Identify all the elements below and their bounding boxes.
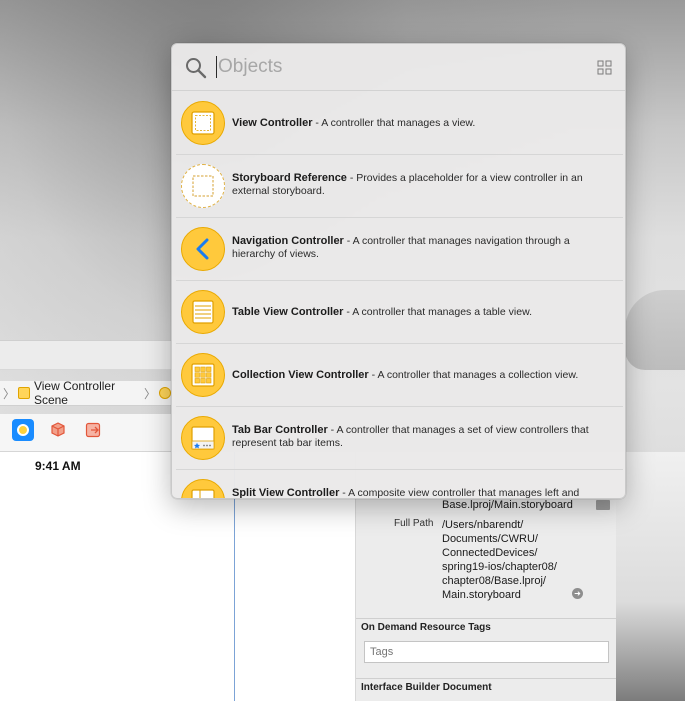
full-path-label: Full Path (394, 518, 434, 529)
magnifying-glass-icon (186, 58, 207, 79)
library-item-text: Storyboard Reference - Provides a placeh… (232, 172, 612, 198)
library-item-table-view-controller[interactable]: Table View Controller - A controller tha… (172, 281, 625, 344)
text-cursor (216, 56, 217, 78)
view-controller-dock-icon[interactable] (12, 419, 34, 441)
library-search-input[interactable] (218, 52, 578, 82)
interface-builder-document-title: Interface Builder Document (361, 682, 492, 693)
library-item-collection-view-controller[interactable]: Collection View Controller - A controlle… (172, 344, 625, 407)
library-item-name: Tab Bar Controller (232, 424, 328, 436)
library-item-separator: - (327, 424, 337, 436)
folder-icon[interactable] (596, 500, 610, 510)
scene-icon (18, 387, 30, 399)
tab-bar-controller-icon (181, 416, 225, 460)
library-item-navigation-controller[interactable]: Navigation Controller - A controller tha… (172, 218, 625, 281)
navigation-controller-icon (181, 227, 225, 271)
full-path-line: Main.storyboard (442, 589, 521, 601)
wallpaper-strip (616, 452, 685, 701)
full-path-line: spring19-ios/chapter08/ (442, 561, 557, 573)
library-item-split-view-controller[interactable]: Split View Controller - A composite view… (172, 470, 625, 499)
library-item-text: Table View Controller - A controller tha… (232, 306, 612, 319)
jump-bar[interactable]: 〉 View Controller Scene 〉 (0, 379, 175, 407)
status-bar-time: 9:41 AM (35, 459, 81, 473)
section-divider (356, 618, 616, 619)
xcode-toolbar (0, 340, 175, 370)
chevron-right-icon: 〉 (3, 386, 16, 401)
library-object-list[interactable]: View Controller - A controller that mana… (172, 92, 625, 499)
scene-dock (0, 414, 175, 452)
library-item-description: A controller that manages a collection v… (377, 369, 579, 381)
table-view-controller-icon (181, 290, 225, 334)
library-item-separator: - (343, 235, 353, 247)
library-item-name: View Controller (232, 117, 313, 129)
library-item-separator: - (312, 117, 322, 129)
exit-icon[interactable] (85, 422, 101, 438)
library-item-tab-bar-controller[interactable]: Tab Bar Controller - A controller that m… (172, 407, 625, 470)
full-path-line: ConnectedDevices/ (442, 547, 538, 559)
on-demand-resource-tags-title: On Demand Resource Tags (361, 622, 491, 633)
section-divider (356, 678, 616, 679)
library-item-text: Navigation Controller - A controller tha… (232, 235, 612, 261)
library-item-description: A composite view controller that manages… (348, 487, 580, 499)
library-item-name: Table View Controller (232, 306, 344, 318)
library-item-separator: - (339, 487, 349, 499)
storyboard-reference-icon (181, 164, 225, 208)
jumpbar-scene-label[interactable]: View Controller Scene (34, 379, 141, 407)
reveal-in-finder-icon[interactable]: ➜ (572, 588, 583, 599)
split-view-controller-icon (181, 479, 225, 498)
full-path-line: /Users/nbarendt/ (442, 519, 524, 531)
full-path-value: /Users/nbarendt/ Documents/CWRU/ Connect… (442, 518, 557, 602)
tags-input[interactable] (364, 641, 609, 663)
library-search-bar (172, 44, 625, 91)
grid-view-icon[interactable] (597, 60, 612, 75)
library-item-text: View Controller - A controller that mana… (232, 117, 612, 130)
library-item-text: Collection View Controller - A controlle… (232, 369, 612, 382)
library-item-separator: - (343, 306, 353, 318)
full-path-line: chapter08/Base.lproj/ (442, 575, 546, 587)
library-item-storyboard-reference[interactable]: Storyboard Reference - Provides a placeh… (172, 155, 625, 218)
view-controller-icon (181, 101, 225, 145)
library-item-name: Collection View Controller (232, 369, 369, 381)
full-path-line: Documents/CWRU/ (442, 533, 538, 545)
library-item-separator: - (346, 172, 357, 184)
location-value: Base.lproj/Main.storyboard (442, 499, 573, 511)
library-item-name: Storyboard Reference (232, 172, 347, 184)
collection-view-controller-icon (181, 353, 225, 397)
chevron-right-icon: 〉 (144, 386, 157, 401)
object-library-popover: View Controller - A controller that mana… (171, 43, 626, 499)
library-item-description: A controller that manages a table view. (352, 306, 532, 318)
library-item-name: Navigation Controller (232, 235, 344, 247)
library-item-description: A controller that manages a view. (321, 117, 476, 129)
library-item-text: Tab Bar Controller - A controller that m… (232, 424, 612, 450)
library-item-text: Split View Controller - A composite view… (232, 487, 612, 499)
library-item-view-controller[interactable]: View Controller - A controller that mana… (172, 92, 625, 155)
first-responder-icon[interactable] (50, 422, 66, 438)
view-controller-icon[interactable] (159, 387, 171, 399)
library-item-name: Split View Controller (232, 487, 340, 499)
